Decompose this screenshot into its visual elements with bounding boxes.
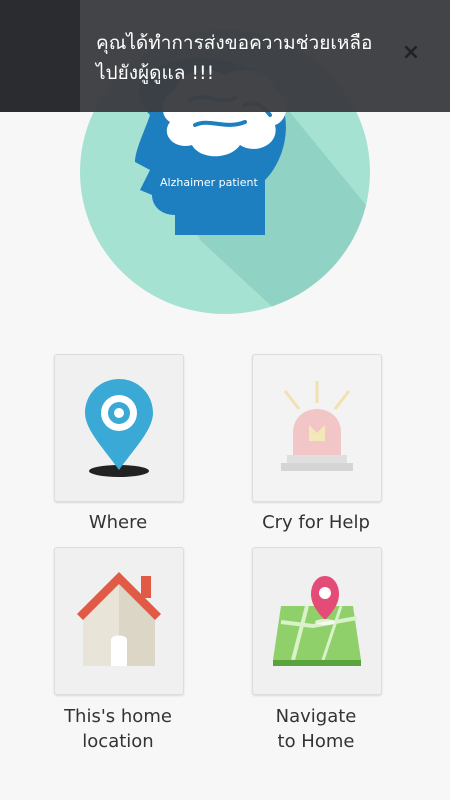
home-location-label: This's home location: [28, 704, 208, 754]
where-label: Where: [88, 512, 148, 533]
location-pin-icon: [85, 379, 153, 477]
cry-for-help-button[interactable]: [252, 354, 382, 502]
where-button[interactable]: [54, 354, 184, 502]
map-pin-icon: [273, 576, 361, 666]
navigate-home-label-line2: to Home: [277, 731, 355, 752]
status-area-dark-block: [0, 0, 80, 112]
siren-icon: [281, 381, 353, 471]
house-icon: [77, 572, 161, 666]
hero-caption: Alzhaimer patient: [160, 176, 258, 189]
navigate-home-button[interactable]: [252, 547, 382, 695]
home-location-label-line1: This's home: [64, 706, 172, 727]
home-location-label-line2: location: [82, 731, 154, 752]
help-sent-toast: คุณได้ทำการส่งขอความช่วยเหลือไปยังผู้ดูแ…: [80, 0, 450, 112]
home-location-button[interactable]: [54, 547, 184, 695]
navigate-home-label-line1: Navigate: [275, 706, 357, 727]
toast-message: คุณได้ทำการส่งขอความช่วยเหลือไปยังผู้ดูแ…: [96, 32, 373, 84]
close-icon[interactable]: ×: [400, 42, 422, 64]
cry-for-help-label: Cry for Help: [262, 512, 370, 533]
navigate-home-label: Navigate to Home: [226, 704, 406, 754]
